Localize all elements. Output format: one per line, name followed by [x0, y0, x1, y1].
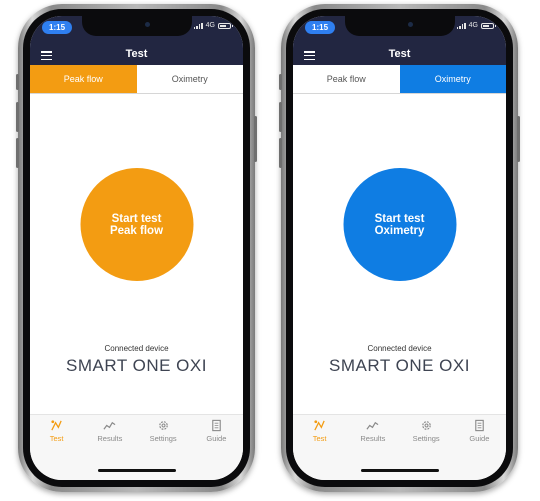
results-chart-icon: [103, 421, 116, 430]
side-button: [254, 116, 257, 162]
volume-up-button: [279, 102, 282, 132]
volume-down-button: [279, 138, 282, 168]
tabbar-label-test: Test: [49, 434, 64, 443]
tabbar-item-guide[interactable]: Guide: [190, 419, 243, 453]
phone-bezel: 1:15 4G Test Peak flow Oximetry Start te…: [23, 9, 250, 487]
status-indicators: 4G: [193, 22, 233, 29]
network-label: 4G: [205, 22, 215, 29]
volume-up-button: [16, 102, 19, 132]
tabbar-item-test[interactable]: Test: [30, 419, 83, 453]
connected-device-label: Connected device: [367, 344, 432, 353]
notch: [81, 16, 192, 36]
header-bar: 1:15 4G Test: [30, 16, 243, 65]
tab-oximetry[interactable]: Oximetry: [399, 65, 506, 93]
tabbar-item-results[interactable]: Results: [346, 419, 399, 453]
battery-icon: [218, 22, 233, 29]
device-name: SMART ONE OXI: [329, 356, 470, 375]
phone-bezel: 1:15 4G Test Peak flow Oximetry Start te…: [286, 9, 513, 487]
notch: [344, 16, 455, 36]
bottom-tab-bar: Test Results Settings Guide: [293, 414, 506, 480]
start-test-button[interactable]: Start test Peak flow: [80, 168, 193, 281]
signal-icon: [456, 22, 466, 29]
test-type-tabs: Peak flow Oximetry: [30, 65, 243, 94]
guide-document-icon: [212, 419, 221, 432]
tabbar-label-settings: Settings: [412, 434, 440, 443]
header-bar: 1:15 4G Test: [293, 16, 506, 65]
mute-switch: [279, 74, 282, 90]
results-chart-icon: [366, 421, 379, 430]
tabbar-label-guide: Guide: [206, 434, 227, 443]
battery-icon: [481, 22, 496, 29]
home-indicator[interactable]: [360, 469, 439, 472]
device-name: SMART ONE OXI: [66, 356, 207, 375]
guide-document-icon: [475, 419, 484, 432]
side-button: [517, 116, 520, 162]
tabbar-item-results[interactable]: Results: [83, 419, 136, 453]
start-test-mode-label: Peak flow: [109, 224, 164, 237]
test-icon: [314, 420, 325, 431]
tabbar-item-test[interactable]: Test: [293, 419, 346, 453]
phone-right: 1:15 4G Test Peak flow Oximetry Start te…: [279, 4, 520, 492]
status-time: 1:15: [42, 21, 73, 34]
status-time: 1:15: [305, 21, 336, 34]
tabbar-item-settings[interactable]: Settings: [400, 419, 453, 453]
signal-icon: [193, 22, 203, 29]
tab-peak-flow[interactable]: Peak flow: [293, 65, 400, 93]
start-test-label: Start test: [374, 212, 425, 225]
gear-icon: [421, 421, 431, 430]
volume-down-button: [16, 138, 19, 168]
tabbar-item-guide[interactable]: Guide: [453, 419, 506, 453]
tabbar-label-settings: Settings: [149, 434, 177, 443]
network-label: 4G: [468, 22, 478, 29]
app-screen-peak-flow: 1:15 4G Test Peak flow Oximetry Start te…: [30, 16, 243, 480]
page-title: Test: [125, 48, 148, 60]
connected-device-label: Connected device: [104, 344, 169, 353]
app-screen-oximetry: 1:15 4G Test Peak flow Oximetry Start te…: [293, 16, 506, 480]
tabbar-label-results: Results: [360, 434, 386, 443]
tabbar-label-results: Results: [97, 434, 123, 443]
start-test-label: Start test: [111, 212, 162, 225]
start-test-mode-label: Oximetry: [374, 224, 425, 237]
test-type-tabs: Peak flow Oximetry: [293, 65, 506, 94]
tabbar-label-test: Test: [312, 434, 327, 443]
home-indicator[interactable]: [97, 469, 176, 472]
phone-left: 1:15 4G Test Peak flow Oximetry Start te…: [16, 4, 257, 492]
mute-switch: [16, 74, 19, 90]
camera-icon: [407, 22, 413, 27]
tab-peak-flow[interactable]: Peak flow: [30, 65, 137, 93]
bottom-tab-bar: Test Results Settings Guide: [30, 414, 243, 480]
camera-icon: [144, 22, 150, 27]
tabbar-item-settings[interactable]: Settings: [137, 419, 190, 453]
page-title: Test: [388, 48, 411, 60]
status-indicators: 4G: [456, 22, 496, 29]
test-icon: [51, 420, 62, 431]
tab-oximetry[interactable]: Oximetry: [136, 65, 243, 93]
gear-icon: [158, 421, 168, 430]
start-test-button[interactable]: Start test Oximetry: [343, 168, 456, 281]
tabbar-label-guide: Guide: [469, 434, 490, 443]
